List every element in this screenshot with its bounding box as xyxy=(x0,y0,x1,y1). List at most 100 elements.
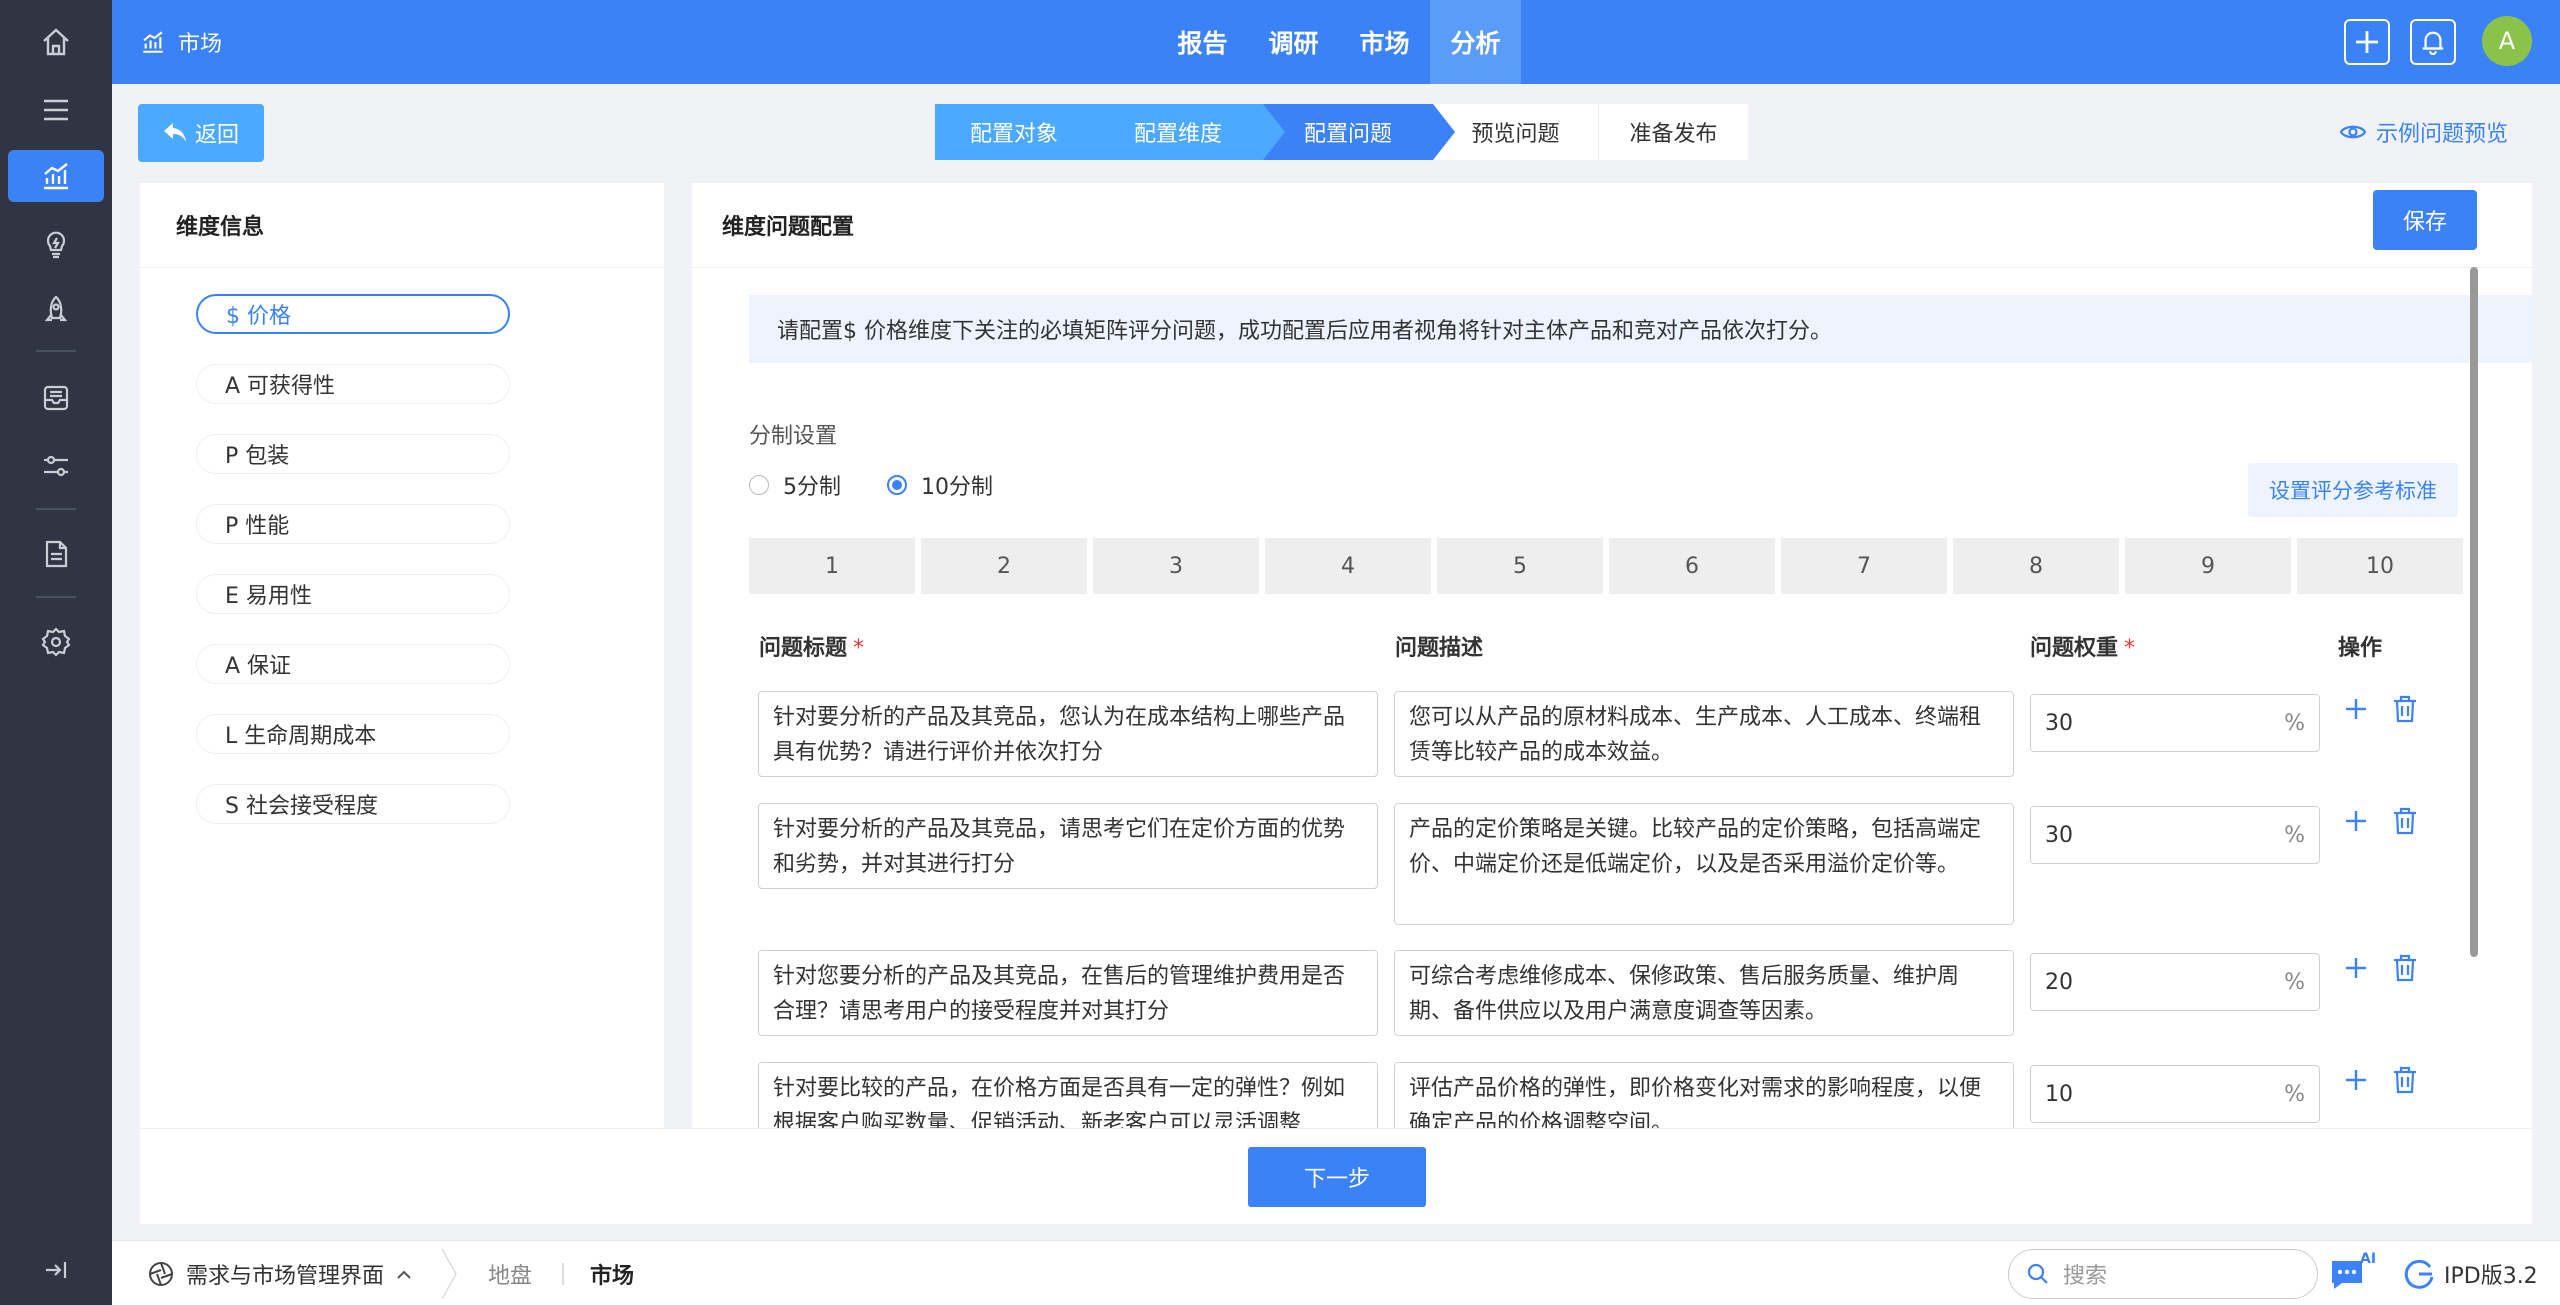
score-cell: 9 xyxy=(2125,538,2291,594)
question-weight-input[interactable]: 30% xyxy=(2030,694,2320,752)
score-cell: 3 xyxy=(1093,538,1259,594)
delete-icon[interactable] xyxy=(2392,954,2418,982)
radio-5-point[interactable]: 5分制 xyxy=(749,469,841,501)
chart-icon xyxy=(143,31,163,53)
dimension-item[interactable]: E 易用性 xyxy=(196,574,510,614)
search-icon xyxy=(2027,1263,2048,1284)
step-arrow xyxy=(1263,104,1285,160)
scale-section-title: 分制设置 xyxy=(749,424,838,449)
weight-value: 20 xyxy=(2045,969,2073,995)
question-title-input[interactable]: 针对要比较的产品，在价格方面是否具有一定的弹性？例如根据客户购买数量、促销活动、… xyxy=(758,1062,1378,1128)
ai-label: AI xyxy=(2360,1251,2377,1267)
top-bar: 市场 报告 调研 市场 分析 A xyxy=(112,0,2560,84)
nav-market[interactable]: 市场 xyxy=(1339,0,1430,84)
document-icon[interactable] xyxy=(8,528,104,580)
step-4[interactable]: 预览问题 xyxy=(1433,104,1598,160)
add-button[interactable] xyxy=(2344,19,2390,65)
question-weight-input[interactable]: 30% xyxy=(2030,806,2320,864)
nav-report[interactable]: 报告 xyxy=(1157,0,1248,84)
brand[interactable]: 市场 xyxy=(140,0,222,84)
add-row-icon[interactable] xyxy=(2344,956,2368,980)
weight-value: 30 xyxy=(2045,710,2073,736)
search-placeholder: 搜索 xyxy=(2063,1264,2108,1289)
dimension-item[interactable]: A 保证 xyxy=(196,644,510,684)
delete-icon[interactable] xyxy=(2392,807,2418,835)
dimension-item[interactable]: S 社会接受程度 xyxy=(196,784,510,824)
add-row-icon[interactable] xyxy=(2344,697,2368,721)
question-desc-input[interactable]: 可综合考虑维修成本、保修政策、售后服务质量、维护周期、备件供应以及用户满意度调查… xyxy=(1394,950,2014,1036)
step-5[interactable]: 准备发布 xyxy=(1598,104,1748,160)
question-title-input[interactable]: 针对要分析的产品及其竞品，请思考它们在定价方面的优势和劣势，并对其进行打分 xyxy=(758,803,1378,889)
search-input[interactable]: 搜索 xyxy=(2008,1249,2318,1299)
delete-icon[interactable] xyxy=(2392,695,2418,723)
dimension-panel: 维度信息 $ 价格 A 可获得性 P 包装 P 性能 E 易用性 A 保证 L … xyxy=(140,183,664,1128)
version-label: IPD版3.2 xyxy=(2444,1263,2538,1289)
dimension-item[interactable]: P 性能 xyxy=(196,504,510,544)
row-actions xyxy=(2344,807,2418,835)
dimension-item[interactable]: $ 价格 xyxy=(196,294,510,334)
nav-analysis[interactable]: 分析 xyxy=(1430,0,1521,84)
collapse-icon[interactable] xyxy=(8,1244,104,1296)
breadcrumb-item-current[interactable]: 市场 xyxy=(590,1241,634,1305)
question-title-input[interactable]: 针对要分析的产品及其竞品，您认为在成本结构上哪些产品具有优势？请进行评价并依次打… xyxy=(758,691,1378,777)
set-reference-button[interactable]: 设置评分参考标准 xyxy=(2248,463,2458,517)
step-2[interactable]: 配置维度 xyxy=(1093,104,1285,160)
main-nav: 报告 调研 市场 分析 xyxy=(1157,0,1521,84)
score-cell: 6 xyxy=(1609,538,1775,594)
eye-icon xyxy=(2340,125,2366,139)
step-1[interactable]: 配置对象 xyxy=(935,104,1115,160)
radio-10-label: 10分制 xyxy=(921,475,993,500)
scale-radio-group: 5分制 10分制 xyxy=(749,469,993,501)
question-desc-input[interactable]: 评估产品价格的弹性，即价格变化对需求的影响程度，以便确定产品的价格调整空间。 xyxy=(1394,1062,2014,1128)
lightbulb-icon[interactable] xyxy=(8,218,104,270)
add-row-icon[interactable] xyxy=(2344,809,2368,833)
column-header-title: 问题标题 * xyxy=(759,630,864,662)
dimension-item[interactable]: A 可获得性 xyxy=(196,364,510,404)
row-actions xyxy=(2344,1066,2418,1094)
score-cell: 4 xyxy=(1265,538,1431,594)
ai-assistant-button[interactable]: AI xyxy=(2328,1251,2378,1297)
breadcrumb-item[interactable]: 地盘 xyxy=(488,1241,532,1305)
back-button[interactable]: 返回 xyxy=(138,104,264,162)
question-weight-input[interactable]: 20% xyxy=(2030,953,2320,1011)
sliders-icon[interactable] xyxy=(8,440,104,492)
dimension-item[interactable]: L 生命周期成本 xyxy=(196,714,510,754)
column-header-ops: 操作 xyxy=(2338,636,2383,661)
preview-label: 示例问题预览 xyxy=(2376,122,2509,147)
step-arrow xyxy=(1433,104,1455,160)
notification-button[interactable] xyxy=(2410,19,2456,65)
score-cell: 8 xyxy=(1953,538,2119,594)
scrollbar[interactable] xyxy=(2470,267,2478,957)
score-scale: 1 2 3 4 5 6 7 8 9 10 xyxy=(749,538,2463,594)
radio-10-point[interactable]: 10分制 xyxy=(887,469,993,501)
question-weight-input[interactable]: 10% xyxy=(2030,1065,2320,1123)
score-cell: 10 xyxy=(2297,538,2463,594)
nav-research[interactable]: 调研 xyxy=(1248,0,1339,84)
settings-icon[interactable] xyxy=(8,616,104,668)
score-cell: 5 xyxy=(1437,538,1603,594)
radio-circle-checked xyxy=(887,475,907,495)
analytics-icon[interactable] xyxy=(8,150,104,202)
preview-link[interactable]: 示例问题预览 xyxy=(2340,104,2508,160)
config-panel-title: 维度问题配置 xyxy=(722,215,855,240)
menu-icon[interactable] xyxy=(8,84,104,136)
next-step-button[interactable]: 下一步 xyxy=(1248,1147,1426,1207)
home-icon[interactable] xyxy=(8,16,104,68)
inbox-icon[interactable] xyxy=(8,372,104,424)
app-name: 需求与市场管理界面 xyxy=(186,1263,385,1289)
add-row-icon[interactable] xyxy=(2344,1068,2368,1092)
question-title-input[interactable]: 针对您要分析的产品及其竞品，在售后的管理维护费用是否合理？请思考用户的接受程度并… xyxy=(758,950,1378,1036)
question-desc-input[interactable]: 您可以从产品的原材料成本、生产成本、人工成本、终端租赁等比较产品的成本效益。 xyxy=(1394,691,2014,777)
question-desc-input[interactable]: 产品的定价策略是关键。比较产品的定价策略，包括高端定价、中端定价还是低端定价，以… xyxy=(1394,803,2014,925)
dimension-item[interactable]: P 包装 xyxy=(196,434,510,474)
step-3[interactable]: 配置问题 xyxy=(1263,104,1455,160)
rocket-icon[interactable] xyxy=(8,284,104,336)
avatar[interactable]: A xyxy=(2482,16,2532,66)
radio-5-label: 5分制 xyxy=(783,475,841,500)
column-header-desc: 问题描述 xyxy=(1395,636,1484,661)
step-2-label: 配置维度 xyxy=(1133,122,1222,147)
version-info: IPD版3.2 xyxy=(2402,1241,2538,1305)
save-button[interactable]: 保存 xyxy=(2373,190,2477,250)
app-switcher[interactable]: 需求与市场管理界面 xyxy=(148,1241,412,1305)
delete-icon[interactable] xyxy=(2392,1066,2418,1094)
